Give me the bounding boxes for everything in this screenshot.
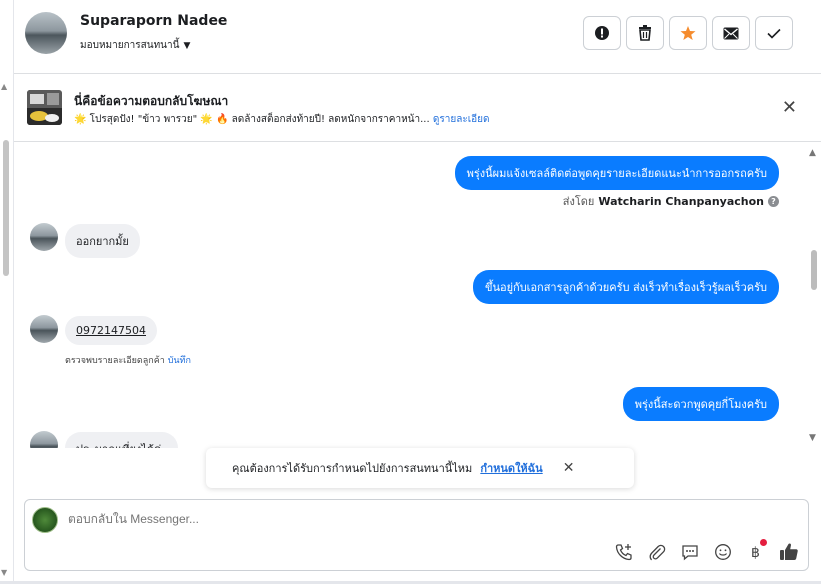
- thumbs-up-icon[interactable]: [778, 541, 800, 563]
- mark-spam-button[interactable]: [583, 16, 621, 50]
- message-bubble-outgoing[interactable]: พรุ่งนี้ผมแจ้งเซลล์ติดต่อพูดคุยรายละเอีย…: [454, 156, 779, 190]
- avatar[interactable]: [25, 12, 67, 54]
- message-bubble-incoming[interactable]: ประมาณเที่ยงได้ค่ะ: [65, 432, 179, 448]
- scroll-down-icon[interactable]: ▼: [1, 568, 7, 577]
- reply-composer: ฿: [24, 499, 809, 571]
- toast-text: คุณต้องการได้รับการกำหนดไปยังการสนทนานี้…: [232, 462, 473, 475]
- sent-by-label: ส่งโดย Watcharin Chanpanyachon ?: [563, 192, 779, 210]
- customer-detail-note: ตรวจพบรายละเอียดลูกค้า บันทึก: [65, 353, 191, 367]
- call-add-icon[interactable]: [613, 541, 635, 563]
- sent-by-prefix: ส่งโดย: [562, 195, 595, 208]
- delete-button[interactable]: [626, 16, 664, 50]
- envelope-icon: [723, 27, 739, 39]
- note-text: ตรวจพบรายละเอียดลูกค้า: [65, 356, 165, 366]
- ad-thumbnail[interactable]: [27, 90, 62, 125]
- reply-input[interactable]: [68, 512, 668, 526]
- message-bubble-outgoing[interactable]: พรุ่งนี้สะดวกพูดคุยกี่โมงครับ: [622, 387, 779, 421]
- contact-name[interactable]: Suparaporn Nadee: [80, 13, 227, 29]
- assign-toast: คุณต้องการได้รับการกำหนดไปยังการสนทนานี้…: [206, 448, 634, 488]
- avatar[interactable]: [30, 431, 58, 448]
- ad-subtitle-text: 🌟 โปรสุดปัง! "ข้าว พารวย" 🌟 🔥 ลดล้างสต็อ…: [74, 114, 430, 125]
- payment-baht-icon[interactable]: ฿: [745, 539, 767, 563]
- left-scrollbar[interactable]: ▲ ▼: [0, 0, 14, 584]
- star-button[interactable]: [669, 16, 707, 50]
- emoji-icon[interactable]: [712, 541, 734, 563]
- close-icon[interactable]: ✕: [563, 460, 575, 476]
- mark-done-button[interactable]: [755, 16, 793, 50]
- scrollbar-thumb[interactable]: [811, 250, 817, 290]
- scroll-down-icon[interactable]: ▼: [809, 433, 816, 443]
- assign-label: มอบหมายการสนทนานี้: [80, 40, 180, 51]
- ad-title: นี่คือข้อความตอบกลับโฆษณา: [74, 94, 229, 108]
- alert-icon: [595, 26, 609, 40]
- ad-reply-banner: นี่คือข้อความตอบกลับโฆษณา 🌟 โปรสุดปัง! "…: [14, 75, 821, 142]
- close-icon[interactable]: ✕: [782, 99, 797, 117]
- thread-scrollbar[interactable]: ▲ ▼: [807, 143, 821, 448]
- save-detail-link[interactable]: บันทึก: [168, 356, 191, 366]
- inbox-conversation: ▲ ▼ Suparaporn Nadee มอบหมายการสนทนานี้ …: [0, 0, 821, 584]
- help-icon[interactable]: ?: [768, 195, 779, 207]
- scroll-up-icon[interactable]: ▲: [1, 82, 7, 91]
- assign-dropdown[interactable]: มอบหมายการสนทนานี้ ▼: [80, 38, 190, 53]
- conversation-header: Suparaporn Nadee มอบหมายการสนทนานี้ ▼: [14, 0, 821, 74]
- sent-by-name: Watcharin Chanpanyachon: [598, 194, 764, 208]
- checkmark-icon: [767, 28, 781, 39]
- star-icon: [680, 26, 696, 40]
- page-avatar: [32, 507, 58, 533]
- message-thread: พรุ่งนี้ผมแจ้งเซลล์ติดต่อพูดคุยรายละเอีย…: [14, 143, 821, 448]
- ad-subtitle: 🌟 โปรสุดปัง! "ข้าว พารวย" 🌟 🔥 ลดล้างสต็อ…: [74, 112, 489, 127]
- message-bubble-incoming[interactable]: ออกยากมั้ย: [65, 224, 140, 258]
- trash-icon: [639, 25, 651, 41]
- assign-to-me-link[interactable]: กำหนดให้ฉัน: [480, 459, 542, 477]
- caret-down-icon: ▼: [183, 40, 191, 51]
- message-bubble-outgoing[interactable]: ขึ้นอยู่กับเอกสารลูกค้าด้วยครับ ส่งเร็วท…: [472, 270, 779, 304]
- mark-unread-button[interactable]: [712, 16, 750, 50]
- notification-dot: [760, 539, 767, 546]
- saved-replies-icon[interactable]: [679, 541, 701, 563]
- scrollbar-thumb[interactable]: [3, 140, 9, 276]
- phone-number-message[interactable]: 0972147504: [65, 316, 157, 345]
- ad-image-icon: [27, 90, 62, 125]
- ad-details-link[interactable]: ดูรายละเอียด: [433, 114, 490, 125]
- paperclip-icon[interactable]: [646, 541, 668, 563]
- composer-toolbar: ฿: [613, 539, 800, 563]
- scroll-up-icon[interactable]: ▲: [809, 148, 816, 158]
- svg-text:฿: ฿: [751, 545, 760, 561]
- avatar[interactable]: [30, 223, 58, 251]
- avatar[interactable]: [30, 315, 58, 343]
